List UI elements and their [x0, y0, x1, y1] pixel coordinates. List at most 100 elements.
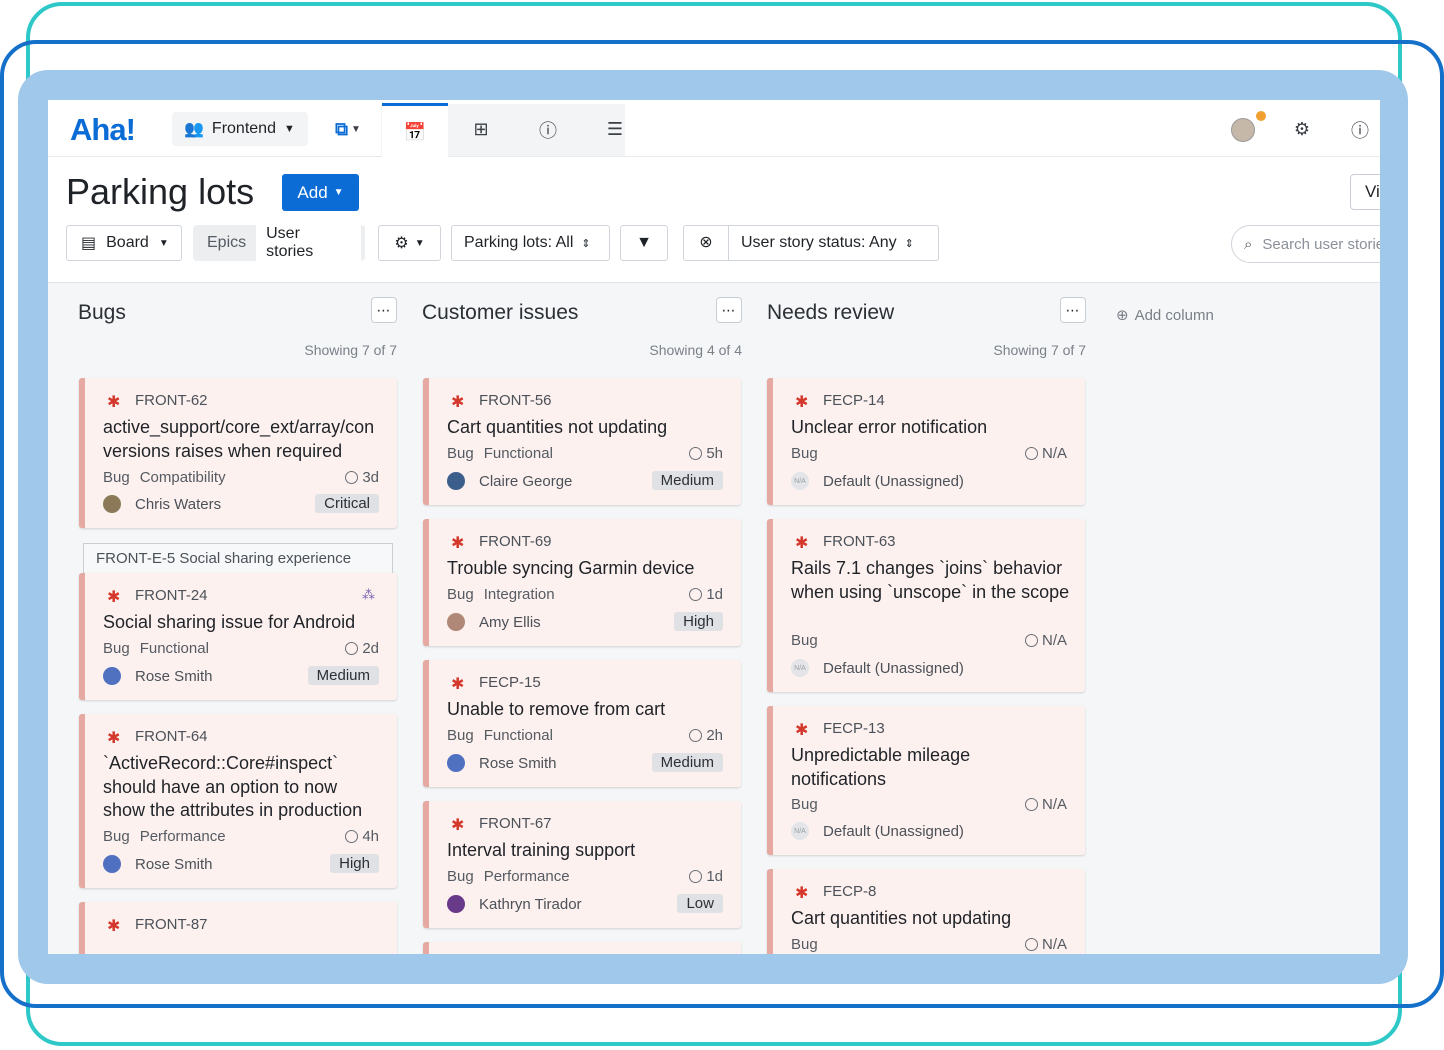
bug-icon: ✱: [795, 885, 809, 902]
card-id[interactable]: FECP-13: [823, 720, 885, 737]
card-owner[interactable]: N/A Default (Unassigned): [791, 659, 964, 677]
workspace-selector[interactable]: 👥 Frontend ▼: [172, 112, 308, 146]
card-id[interactable]: FECP-14: [823, 392, 885, 409]
card-id[interactable]: FRONT-24: [135, 587, 208, 604]
user-avatar[interactable]: [1231, 118, 1255, 142]
view-button[interactable]: Vi: [1350, 174, 1380, 210]
search-placeholder: Search user stories: [1262, 235, 1380, 253]
card-id[interactable]: FRONT-87: [135, 916, 208, 933]
logo[interactable]: Aha!: [70, 112, 136, 148]
status-filter[interactable]: ⊗ User story status: Any ⇕: [683, 225, 939, 261]
owner-name: Default (Unassigned): [823, 822, 964, 840]
page-title: Parking lots: [66, 171, 255, 212]
grid-icon: ⊞: [473, 119, 489, 139]
card-owner[interactable]: N/A Default (Unassigned): [791, 472, 964, 490]
filter-button[interactable]: ▼: [620, 225, 668, 261]
card-estimate: 1d: [689, 586, 723, 603]
card-owner[interactable]: Kathryn Tirador: [447, 895, 582, 913]
card-title[interactable]: Unpredictable mileage notifications: [791, 744, 985, 791]
card-id[interactable]: FRONT-62: [135, 392, 208, 409]
card[interactable]: ✱ FECP-8 Cart quantities not updating Bu…: [767, 869, 1085, 954]
card[interactable]: ✱ FRONT-69 Trouble syncing Garmin device…: [423, 519, 741, 646]
card[interactable]: ✱ FRONT-24 ⁂ Social sharing issue for An…: [79, 573, 397, 700]
card-type: Bug: [447, 445, 474, 462]
card-type: Bug: [103, 469, 130, 486]
card-type: Bug: [791, 445, 818, 462]
card[interactable]: ✱ FRONT-87: [79, 902, 397, 954]
card-settings-dropdown[interactable]: ⚙ ▼: [378, 225, 441, 261]
tab-grid[interactable]: ⊞: [448, 103, 514, 156]
hierarchy-icon[interactable]: ⁂: [362, 587, 375, 603]
tab-calendar[interactable]: 📅: [382, 103, 448, 159]
column-menu-button[interactable]: ⋯: [1060, 297, 1086, 323]
card-title[interactable]: Unclear error notification: [791, 416, 1071, 440]
card-title[interactable]: Trouble syncing Garmin device: [447, 557, 727, 581]
clear-filter-icon[interactable]: ⊗: [684, 226, 729, 260]
card[interactable]: ✱ FRONT-56 Cart quantities not updating …: [423, 378, 741, 505]
column-menu-button[interactable]: ⋯: [371, 297, 397, 323]
card-owner[interactable]: Claire George: [447, 472, 572, 490]
help-button[interactable]: ⓘ: [1327, 103, 1380, 156]
card-owner[interactable]: Rose Smith: [447, 754, 557, 772]
owner-name: Default (Unassigned): [823, 659, 964, 677]
card-owner[interactable]: Rose Smith: [103, 855, 213, 873]
tab-list[interactable]: ☰: [582, 103, 648, 156]
card-id[interactable]: FECP-15: [479, 674, 541, 691]
card-title[interactable]: Cart quantities not updating: [791, 907, 1071, 931]
card[interactable]: ✱ FECP-15 Unable to remove from cart Bug…: [423, 660, 741, 787]
add-button[interactable]: Add ▼: [282, 174, 359, 211]
caret-down-icon: ▼: [333, 187, 344, 198]
card-owner[interactable]: Amy Ellis: [447, 613, 541, 631]
estimate-value: 4h: [362, 828, 379, 845]
card-title[interactable]: Interval training support: [447, 839, 727, 863]
board-dropdown[interactable]: ▤ Board ▼: [66, 225, 182, 261]
search-input[interactable]: ⌕ Search user stories: [1231, 225, 1380, 263]
card[interactable]: [423, 942, 741, 954]
card-title[interactable]: active_support/core_ext/array/conversion…: [103, 416, 383, 463]
card-title[interactable]: `ActiveRecord::Core#inspect` should have…: [103, 752, 383, 823]
parking-lots-filter[interactable]: Parking lots: All ⇕: [451, 225, 610, 261]
column-count: Showing 7 of 7: [993, 342, 1086, 358]
owner-name: Amy Ellis: [479, 613, 541, 631]
card[interactable]: ✱ FRONT-62 active_support/core_ext/array…: [79, 378, 397, 528]
settings-button[interactable]: ⚙: [1269, 103, 1335, 156]
tab-info[interactable]: ⓘ: [515, 103, 581, 156]
record-type-toggle: Epics User stories: [193, 219, 365, 267]
list-icon: ☰: [606, 119, 624, 139]
estimate-value: 1d: [706, 868, 723, 885]
column-title-needs-review: Needs review: [767, 301, 895, 324]
card-category: Performance: [139, 828, 226, 845]
card-id[interactable]: FRONT-63: [823, 533, 896, 550]
clock-icon: [345, 642, 359, 655]
estimate-value: N/A: [1041, 796, 1067, 813]
toggle-epics[interactable]: Epics: [197, 228, 256, 258]
card-title[interactable]: Unable to remove from cart: [447, 698, 727, 722]
card[interactable]: ✱ FRONT-64 `ActiveRecord::Core#inspect` …: [79, 714, 397, 888]
avatar: [447, 895, 465, 913]
card-estimate: 2d: [345, 640, 379, 657]
card-owner[interactable]: N/A Default (Unassigned): [791, 822, 964, 840]
epic-label[interactable]: FRONT-E-5 Social sharing experience: [83, 543, 393, 575]
card-id[interactable]: FRONT-64: [135, 728, 208, 745]
card-title[interactable]: Cart quantities not updating: [447, 416, 727, 440]
card[interactable]: ✱ FRONT-67 Interval training support Bug…: [423, 801, 741, 928]
card-title[interactable]: Social sharing issue for Android: [103, 611, 383, 635]
card[interactable]: ✱ FRONT-63 Rails 7.1 changes `joins` beh…: [767, 519, 1085, 692]
card-id[interactable]: FRONT-56: [479, 392, 552, 409]
clock-icon: [1024, 447, 1038, 460]
card-owner[interactable]: Rose Smith: [103, 667, 213, 685]
column-menu-button[interactable]: ⋯: [716, 297, 742, 323]
priority-badge: High: [674, 612, 723, 631]
add-column-button[interactable]: ⊕ Add column: [1116, 306, 1214, 325]
card-title[interactable]: Rails 7.1 changes `joins` behavior when …: [791, 557, 1071, 604]
card-meta: Bug: [791, 796, 818, 813]
card-id[interactable]: FRONT-69: [479, 533, 552, 550]
card-id[interactable]: FRONT-67: [479, 815, 552, 832]
filter-icon: ▼: [636, 234, 652, 251]
card[interactable]: ✱ FECP-14 Unclear error notification Bug…: [767, 378, 1085, 505]
toggle-user-stories[interactable]: User stories: [256, 219, 361, 267]
roadmap-menu[interactable]: ⧉ ▼: [315, 103, 381, 156]
card-id[interactable]: FECP-8: [823, 883, 876, 900]
card[interactable]: ✱ FECP-13 Unpredictable mileage notifica…: [767, 706, 1085, 855]
card-owner[interactable]: Chris Waters: [103, 495, 221, 513]
